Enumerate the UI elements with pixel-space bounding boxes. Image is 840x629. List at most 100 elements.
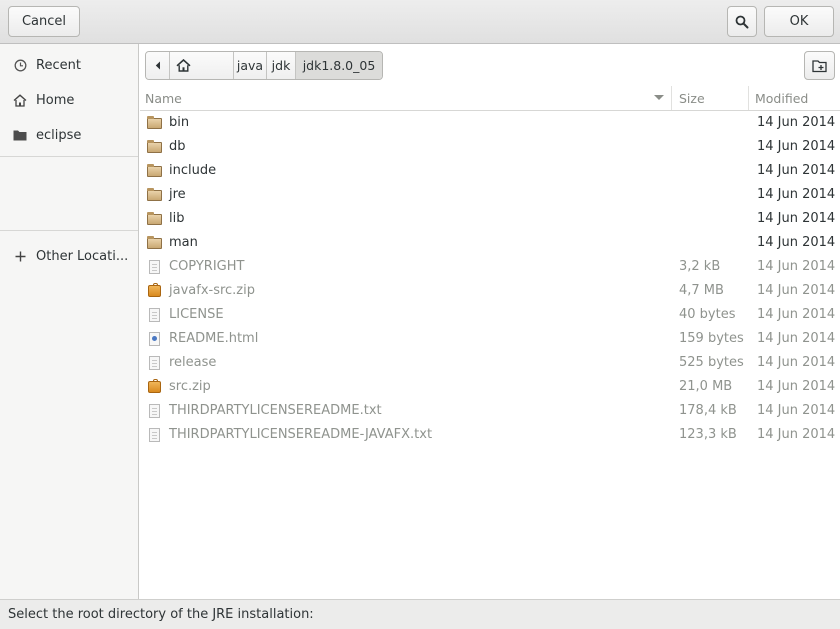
file-size: 159 bytes <box>679 331 744 346</box>
file-modified: 14 Jun 2014 <box>757 355 836 370</box>
file-modified: 14 Jun 2014 <box>757 115 836 130</box>
folder-icon <box>147 188 162 202</box>
file-row-jre[interactable]: jre 14 Jun 2014 <box>140 183 840 207</box>
file-row-thirdpartylicensereadme[interactable]: THIRDPARTYLICENSEREADME.txt 178,4 kB 14 … <box>140 399 840 423</box>
sidebar-item-label: Recent <box>36 57 81 73</box>
sidebar-item-other-locations[interactable]: Other Locati... <box>0 239 138 273</box>
file-row-javafx-src-zip[interactable]: javafx-src.zip 4,7 MB 14 Jun 2014 <box>140 279 840 303</box>
folder-icon <box>147 236 162 250</box>
file-row-bin[interactable]: bin 14 Jun 2014 <box>140 111 840 135</box>
file-name: jre <box>169 187 186 202</box>
text-file-icon <box>147 404 162 418</box>
file-row-include[interactable]: include 14 Jun 2014 <box>140 159 840 183</box>
column-divider[interactable] <box>671 86 672 110</box>
file-list: bin 14 Jun 2014 db 14 Jun 2014 include 1… <box>140 111 840 447</box>
file-modified: 14 Jun 2014 <box>757 187 836 202</box>
path-back-button[interactable] <box>146 52 170 79</box>
file-modified: 14 Jun 2014 <box>757 427 836 442</box>
text-file-icon <box>147 356 162 370</box>
new-folder-icon <box>811 59 827 72</box>
folder-icon <box>147 164 162 178</box>
folder-icon <box>13 128 27 142</box>
sidebar-item-recent[interactable]: Recent <box>0 48 138 82</box>
file-modified: 14 Jun 2014 <box>757 235 836 250</box>
sidebar-item-label: Home <box>36 92 75 108</box>
column-header-row: Name Size Modified <box>140 86 840 111</box>
search-button[interactable] <box>727 6 757 37</box>
path-segment-home[interactable] <box>170 52 234 79</box>
file-row-lib[interactable]: lib 14 Jun 2014 <box>140 207 840 231</box>
file-name: COPYRIGHT <box>169 259 245 274</box>
file-size: 123,3 kB <box>679 427 737 442</box>
ok-button[interactable]: OK <box>764 6 834 37</box>
file-modified: 14 Jun 2014 <box>757 283 836 298</box>
html-file-icon <box>147 332 162 346</box>
column-header-size[interactable]: Size <box>679 91 705 106</box>
text-file-icon <box>147 308 162 322</box>
places-sidebar: Recent Home eclipse Other Locati... <box>0 44 139 599</box>
file-name: bin <box>169 115 190 130</box>
sidebar-item-home[interactable]: Home <box>0 83 138 117</box>
column-header-name[interactable]: Name <box>145 91 182 106</box>
sidebar-item-label: eclipse <box>36 127 82 143</box>
file-modified: 14 Jun 2014 <box>757 211 836 226</box>
file-row-license[interactable]: LICENSE 40 bytes 14 Jun 2014 <box>140 303 840 327</box>
file-row-src-zip[interactable]: src.zip 21,0 MB 14 Jun 2014 <box>140 375 840 399</box>
clock-icon <box>13 58 27 72</box>
file-size: 4,7 MB <box>679 283 724 298</box>
sort-descending-icon[interactable] <box>654 95 664 100</box>
file-name: release <box>169 355 217 370</box>
cancel-button[interactable]: Cancel <box>8 6 80 37</box>
new-folder-button[interactable] <box>804 51 835 80</box>
file-size: 21,0 MB <box>679 379 733 394</box>
file-modified: 14 Jun 2014 <box>757 379 836 394</box>
file-name: README.html <box>169 331 259 346</box>
file-row-readme-html[interactable]: README.html 159 bytes 14 Jun 2014 <box>140 327 840 351</box>
path-segment-java[interactable]: java <box>234 52 267 79</box>
sidebar-divider <box>0 230 138 231</box>
file-row-thirdpartylicensereadme-javafx[interactable]: THIRDPARTYLICENSEREADME-JAVAFX.txt 123,3… <box>140 423 840 447</box>
home-icon <box>13 93 27 107</box>
folder-icon <box>147 116 162 130</box>
search-icon <box>735 15 749 28</box>
file-modified: 14 Jun 2014 <box>757 307 836 322</box>
text-file-icon <box>147 428 162 442</box>
sidebar-item-label: Other Locati... <box>36 248 129 264</box>
file-name: THIRDPARTYLICENSEREADME.txt <box>169 403 382 418</box>
file-modified: 14 Jun 2014 <box>757 163 836 178</box>
header-bar: Cancel OK <box>0 0 840 44</box>
archive-icon <box>147 283 162 298</box>
path-bar: java jdk jdk1.8.0_05 <box>145 51 383 80</box>
file-name: src.zip <box>169 379 211 394</box>
file-name: db <box>169 139 186 154</box>
file-row-man[interactable]: man 14 Jun 2014 <box>140 231 840 255</box>
file-row-db[interactable]: db 14 Jun 2014 <box>140 135 840 159</box>
path-segment-jdk[interactable]: jdk <box>267 52 296 79</box>
file-size: 525 bytes <box>679 355 744 370</box>
file-row-release[interactable]: release 525 bytes 14 Jun 2014 <box>140 351 840 375</box>
left-arrow-icon <box>155 61 160 70</box>
file-modified: 14 Jun 2014 <box>757 403 836 418</box>
file-modified: 14 Jun 2014 <box>757 331 836 346</box>
file-name: THIRDPARTYLICENSEREADME-JAVAFX.txt <box>169 427 433 442</box>
archive-icon <box>147 379 162 394</box>
file-size: 3,2 kB <box>679 259 721 274</box>
sidebar-item-eclipse[interactable]: eclipse <box>0 118 138 152</box>
file-modified: 14 Jun 2014 <box>757 259 836 274</box>
file-size: 40 bytes <box>679 307 736 322</box>
status-text: Select the root directory of the JRE ins… <box>8 607 314 622</box>
file-modified: 14 Jun 2014 <box>757 139 836 154</box>
column-header-modified[interactable]: Modified <box>755 91 808 106</box>
text-file-icon <box>147 260 162 274</box>
home-icon <box>176 59 191 72</box>
file-name: LICENSE <box>169 307 224 322</box>
plus-icon <box>13 249 27 263</box>
file-row-copyright[interactable]: COPYRIGHT 3,2 kB 14 Jun 2014 <box>140 255 840 279</box>
path-segment-jdk1805[interactable]: jdk1.8.0_05 <box>296 52 382 79</box>
file-name: man <box>169 235 198 250</box>
folder-icon <box>147 212 162 226</box>
column-divider[interactable] <box>748 86 749 110</box>
file-name: javafx-src.zip <box>169 283 255 298</box>
file-name: include <box>169 163 217 178</box>
file-name: lib <box>169 211 185 226</box>
